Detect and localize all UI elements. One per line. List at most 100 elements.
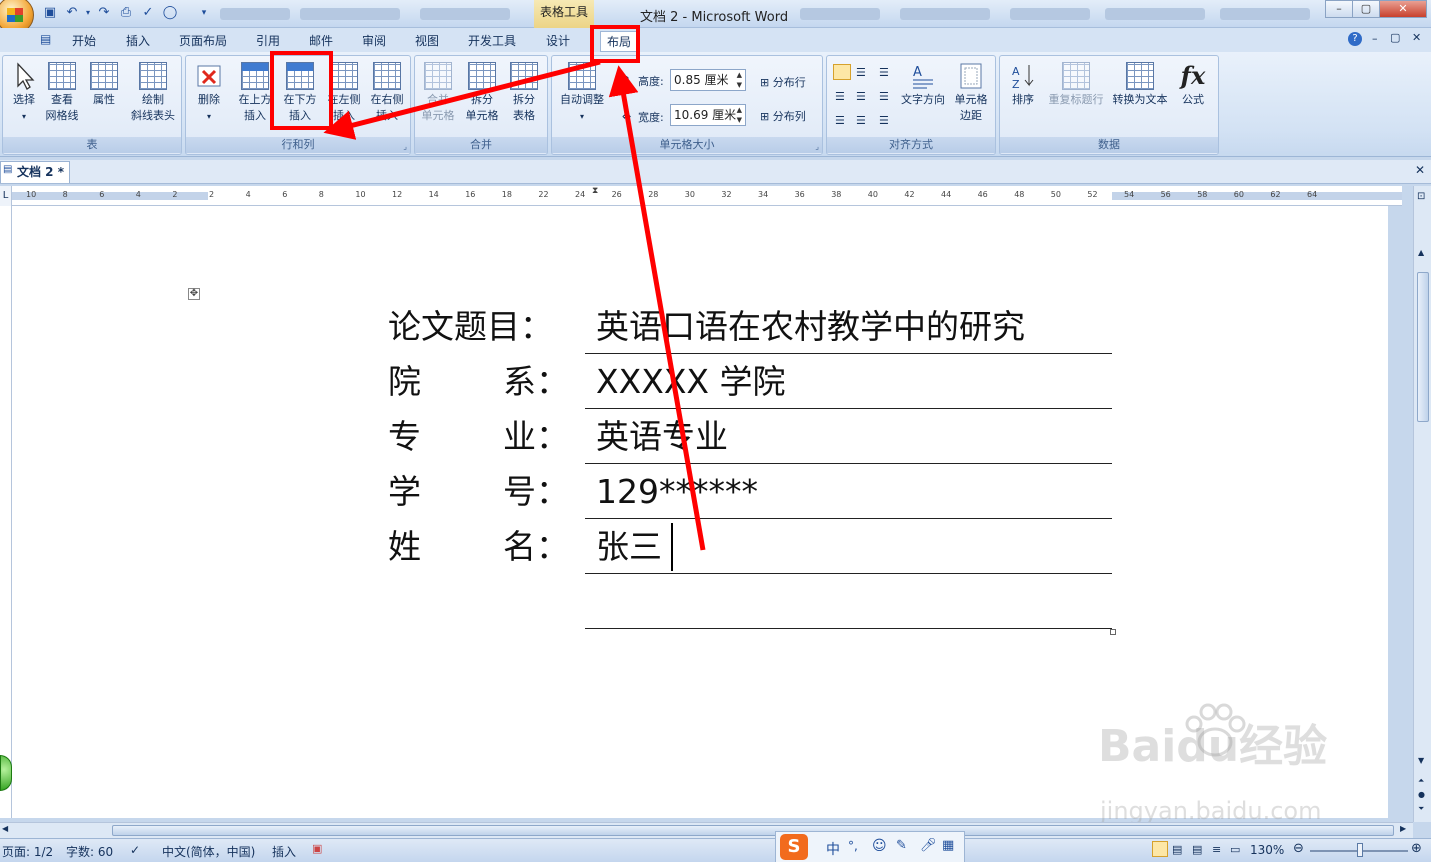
scroll-left-icon[interactable]: ◀: [2, 824, 8, 833]
print-preview-icon[interactable]: ⎙: [118, 5, 134, 21]
proofing-icon[interactable]: ✓: [130, 843, 140, 857]
vertical-ruler[interactable]: [0, 206, 12, 818]
scroll-thumb[interactable]: [1417, 272, 1429, 422]
cell-margins-button[interactable]: 单元格 边距: [949, 60, 993, 124]
browse-object-icon[interactable]: ●: [1418, 790, 1425, 799]
row-value[interactable]: XXXXX 学院: [596, 362, 786, 402]
language[interactable]: 中文(简体，中国): [162, 843, 255, 860]
sort-button[interactable]: AZ 排序: [1002, 60, 1044, 108]
width-input[interactable]: 10.69 厘米 ▲ ▼: [670, 104, 746, 126]
tab-mailings[interactable]: 邮件: [309, 32, 333, 49]
delete-button[interactable]: 删除 ▾: [188, 60, 230, 125]
undo-icon[interactable]: ↶: [64, 5, 80, 21]
scroll-up-icon[interactable]: ▲: [1418, 248, 1424, 257]
minimize-button[interactable]: –: [1325, 0, 1353, 18]
redo-icon[interactable]: ↷: [96, 5, 112, 21]
align-middle-center-icon[interactable]: ☰: [856, 90, 866, 103]
print-layout-view-icon[interactable]: [1152, 841, 1168, 857]
doc-close-icon[interactable]: ✕: [1412, 31, 1421, 44]
formula-button[interactable]: fx 公式: [1172, 60, 1214, 108]
align-bottom-center-icon[interactable]: ☰: [856, 114, 866, 127]
outline-view-icon[interactable]: ≡: [1212, 843, 1221, 856]
undo-dropdown-icon[interactable]: ▾: [80, 5, 96, 21]
spelling-icon[interactable]: ✓: [140, 5, 156, 21]
horizontal-ruler[interactable]: 10 8 6 4 2 2 4 6 8 10 12 14 16 18 22 24 26 28 30 32 34 36 38 40…: [12, 186, 1402, 206]
sogou-logo-icon[interactable]: S: [780, 834, 808, 860]
height-input[interactable]: 0.85 厘米 ▲ ▼: [670, 69, 746, 91]
row-value[interactable]: 129******: [596, 472, 758, 512]
maximize-button[interactable]: ▢: [1352, 0, 1380, 18]
customize-toolbar-icon[interactable]: ▾: [196, 5, 212, 21]
full-screen-view-icon[interactable]: ▤: [1172, 843, 1182, 856]
spin-arrows-icon[interactable]: ▲ ▼: [737, 105, 742, 125]
align-top-left-icon[interactable]: [833, 64, 851, 80]
scroll-down-icon[interactable]: ▼: [1418, 756, 1424, 765]
merge-cells-button[interactable]: 合并 单元格: [417, 60, 459, 124]
distribute-cols-button[interactable]: ⊞ 分布列: [760, 108, 806, 124]
split-table-button[interactable]: 拆分 表格: [503, 60, 545, 124]
select-button[interactable]: 选择 ▾: [3, 60, 45, 125]
circle-icon[interactable]: ◯: [162, 5, 178, 21]
zoom-out-icon[interactable]: ⊖: [1293, 841, 1304, 856]
tab-references[interactable]: 引用: [256, 32, 280, 49]
close-document-icon[interactable]: ✕: [1415, 163, 1425, 177]
help-icon[interactable]: ?: [1348, 32, 1362, 46]
tab-home[interactable]: 开始: [72, 32, 96, 49]
split-cells-button[interactable]: 拆分 单元格: [461, 60, 503, 124]
table-resize-handle[interactable]: [1110, 629, 1116, 635]
word-count[interactable]: 字数: 60: [66, 843, 113, 860]
horizontal-scrollbar[interactable]: ◀ ▶: [0, 822, 1413, 838]
align-middle-left-icon[interactable]: ☰: [835, 90, 845, 103]
properties-button[interactable]: 属性: [83, 60, 125, 108]
tab-selector[interactable]: L: [0, 186, 12, 206]
zoom-slider-thumb[interactable]: [1357, 843, 1363, 857]
align-bottom-left-icon[interactable]: ☰: [835, 114, 845, 127]
align-top-center-icon[interactable]: ☰: [856, 66, 866, 79]
ruler-toggle-icon[interactable]: ⊡: [1417, 191, 1425, 202]
pen-icon[interactable]: ✎: [896, 838, 907, 853]
zoom-in-icon[interactable]: ⊕: [1411, 841, 1422, 856]
page-count[interactable]: 页面: 1/2: [2, 843, 53, 860]
next-page-icon[interactable]: ⏷: [1418, 804, 1424, 814]
tab-review[interactable]: 审阅: [362, 32, 386, 49]
doc-restore-icon[interactable]: ▢: [1390, 31, 1400, 44]
distribute-rows-button[interactable]: ⊞ 分布行: [760, 74, 806, 90]
scroll-right-icon[interactable]: ▶: [1400, 824, 1406, 833]
tab-page-layout[interactable]: 页面布局: [179, 32, 227, 49]
grid-menu-icon[interactable]: ▦: [942, 838, 954, 853]
tab-developer[interactable]: 开发工具: [468, 32, 516, 49]
view-gridlines-button[interactable]: 查看 网格线: [41, 60, 83, 124]
draw-diagonal-header-button[interactable]: 绘制 斜线表头: [125, 60, 181, 124]
insert-mode[interactable]: 插入: [272, 843, 296, 860]
scroll-thumb[interactable]: [112, 825, 1394, 836]
row-value[interactable]: 英语专业: [596, 417, 728, 457]
spin-arrows-icon[interactable]: ▲ ▼: [737, 70, 742, 90]
microphone-icon[interactable]: 🎤︎: [920, 838, 937, 853]
convert-to-text-button[interactable]: 转换为文本: [1108, 60, 1172, 108]
emoji-icon[interactable]: ☺: [872, 838, 887, 854]
tab-insert[interactable]: 插入: [126, 32, 150, 49]
table-move-handle-icon[interactable]: ✥: [188, 288, 200, 300]
indent-marker-icon[interactable]: ⧗: [592, 186, 598, 196]
doc-minimize-icon[interactable]: –: [1372, 32, 1378, 45]
align-bottom-right-icon[interactable]: ☰: [879, 114, 889, 127]
align-middle-right-icon[interactable]: ☰: [879, 90, 889, 103]
row-value[interactable]: 英语口语在农村教学中的研究: [596, 307, 1025, 347]
align-top-right-icon[interactable]: ☰: [879, 66, 889, 79]
zoom-level[interactable]: 130%: [1250, 843, 1284, 857]
tab-design[interactable]: 设计: [546, 32, 570, 49]
insert-right-button[interactable]: 在右侧 插入: [366, 60, 408, 124]
vertical-scrollbar[interactable]: ⊡ ▲ ▼ ⏶ ● ⏷: [1413, 186, 1431, 822]
text-direction-button[interactable]: A 文字方向: [897, 60, 949, 108]
close-button[interactable]: ✕: [1379, 0, 1427, 18]
web-layout-view-icon[interactable]: ▤: [1192, 843, 1202, 856]
macro-record-icon[interactable]: ▣: [312, 842, 322, 855]
tab-view[interactable]: 视图: [415, 32, 439, 49]
ime-lang[interactable]: 中: [826, 839, 840, 859]
ime-punct[interactable]: °,: [848, 839, 858, 853]
repeat-header-button[interactable]: 重复标题行: [1044, 60, 1108, 108]
row-value[interactable]: 张三: [596, 527, 662, 567]
save-icon[interactable]: ▣: [42, 5, 58, 21]
dialog-launcher-icon[interactable]: ⌟: [403, 142, 407, 151]
dialog-launcher-icon[interactable]: ⌟: [815, 142, 819, 151]
